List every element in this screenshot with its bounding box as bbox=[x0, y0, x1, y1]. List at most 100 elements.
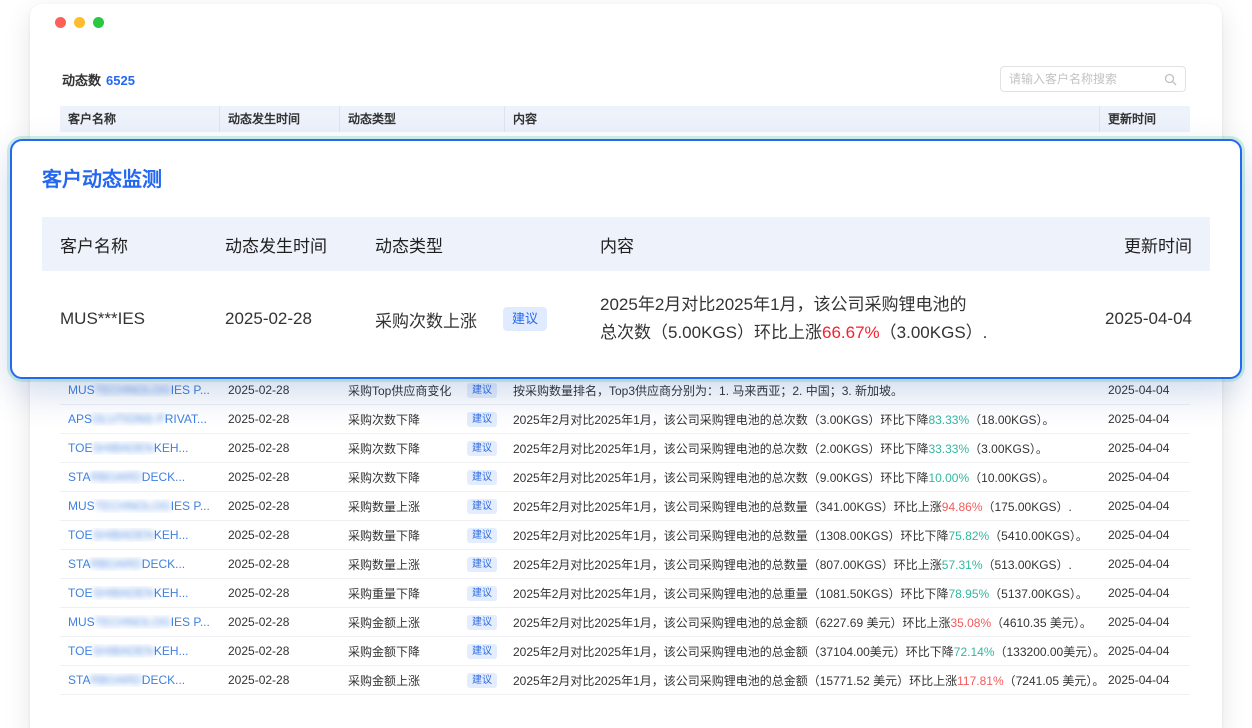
table-row[interactable]: MUSTECHNOLOGIES P... 2025-02-28 采购金额上涨 建… bbox=[60, 608, 1190, 637]
modal-content-line2: 总次数（5.00KGS）环比上涨66.67%（3.00KGS）. bbox=[600, 319, 1069, 347]
customer-name-suffix: KEH... bbox=[154, 528, 189, 542]
suggestion-badge: 建议 bbox=[467, 499, 497, 514]
customer-name-suffix: IES P... bbox=[171, 615, 210, 629]
table-row[interactable]: STARBOARDDECK... 2025-02-28 采购次数下降 建议 20… bbox=[60, 463, 1190, 492]
modal-event-date: 2025-02-28 bbox=[207, 309, 357, 329]
customer-name-link[interactable]: MUSTECHNOLOGIES P... bbox=[60, 499, 220, 513]
event-type-cell: 采购次数下降 建议 bbox=[340, 440, 505, 457]
update-date: 2025-04-04 bbox=[1100, 586, 1190, 600]
content-percent: 57.31% bbox=[942, 558, 983, 572]
event-content: 2025年2月对比2025年1月，该公司采购锂电池的总金额（6227.69 美元… bbox=[505, 614, 1100, 631]
customer-name-link[interactable]: TOESHIBADENKEH... bbox=[60, 528, 220, 542]
table-row[interactable]: MUSTECHNOLOGIES P... 2025-02-28 采购Top供应商… bbox=[60, 376, 1190, 405]
event-content: 2025年2月对比2025年1月，该公司采购锂电池的总重量（1081.50KGS… bbox=[505, 585, 1100, 602]
suggestion-badge: 建议 bbox=[467, 470, 497, 485]
event-date: 2025-02-28 bbox=[220, 412, 340, 426]
content-text: 按采购数量排名，Top3供应商分别为：1. 马来西亚；2. 中国；3. 新加坡。 bbox=[513, 384, 903, 398]
customer-name-link[interactable]: TOESHIBADENKEH... bbox=[60, 644, 220, 658]
event-type: 采购数量上涨 bbox=[348, 556, 420, 573]
modal-content-tail: （3.00KGS）. bbox=[880, 323, 988, 342]
customer-name-link[interactable]: STARBOARDDECK... bbox=[60, 470, 220, 484]
update-date: 2025-04-04 bbox=[1100, 499, 1190, 513]
content-percent: 78.95% bbox=[948, 587, 989, 601]
table-row[interactable]: APSOLUTIONS PRIVAT... 2025-02-28 采购次数下降 … bbox=[60, 405, 1190, 434]
customer-name-link[interactable]: APSOLUTIONS PRIVAT... bbox=[60, 412, 220, 426]
customer-name-link[interactable]: MUSTECHNOLOGIES P... bbox=[60, 615, 220, 629]
modal-table: 客户名称 动态发生时间 动态类型 内容 更新时间 MUS***IES 2025-… bbox=[42, 217, 1210, 367]
customer-name-redacted: RBOARD bbox=[90, 673, 141, 687]
customer-name-link[interactable]: TOESHIBADENKEH... bbox=[60, 586, 220, 600]
event-type-cell: 采购次数下降 建议 bbox=[340, 411, 505, 428]
customer-name-prefix: MUS bbox=[68, 499, 95, 513]
customer-dynamics-monitor-modal: 客户动态监测 客户名称 动态发生时间 动态类型 内容 更新时间 MUS***IE… bbox=[10, 139, 1242, 379]
event-type: 采购金额上涨 bbox=[348, 672, 420, 689]
suggestion-badge: 建议 bbox=[467, 528, 497, 543]
customer-name-prefix: MUS bbox=[68, 615, 95, 629]
customer-name-suffix: DECK... bbox=[142, 470, 185, 484]
modal-update-date: 2025-04-04 bbox=[1087, 309, 1210, 329]
content-text: 2025年2月对比2025年1月，该公司采购锂电池的总数量（1308.00KGS… bbox=[513, 529, 948, 543]
event-type: 采购次数下降 bbox=[348, 469, 420, 486]
customer-name-suffix: DECK... bbox=[142, 673, 185, 687]
customer-name-redacted: TECHNOLOG bbox=[95, 499, 171, 513]
minimize-button[interactable] bbox=[74, 17, 85, 28]
close-button[interactable] bbox=[55, 17, 66, 28]
event-date: 2025-02-28 bbox=[220, 499, 340, 513]
header-event-time: 动态发生时间 bbox=[220, 106, 340, 132]
dynamic-count: 动态数6525 bbox=[62, 70, 135, 89]
update-date: 2025-04-04 bbox=[1100, 528, 1190, 542]
event-content: 2025年2月对比2025年1月，该公司采购锂电池的总次数（2.00KGS）环比… bbox=[505, 440, 1100, 457]
suggestion-badge: 建议 bbox=[467, 412, 497, 427]
customer-name-link[interactable]: TOESHIBADENKEH... bbox=[60, 441, 220, 455]
table-row[interactable]: TOESHIBADENKEH... 2025-02-28 采购重量下降 建议 2… bbox=[60, 579, 1190, 608]
search-input[interactable] bbox=[1009, 72, 1164, 86]
customer-name-link[interactable]: STARBOARDDECK... bbox=[60, 557, 220, 571]
customer-name-prefix: STA bbox=[68, 470, 90, 484]
content-text: 2025年2月对比2025年1月，该公司采购锂电池的总数量（341.00KGS）… bbox=[513, 500, 942, 514]
customer-name-suffix: KEH... bbox=[154, 441, 189, 455]
table-row[interactable]: STARBOARDDECK... 2025-02-28 采购数量上涨 建议 20… bbox=[60, 550, 1190, 579]
suggestion-badge: 建议 bbox=[467, 586, 497, 601]
suggestion-badge: 建议 bbox=[467, 673, 497, 688]
content-tail: （3.00KGS）。 bbox=[969, 442, 1048, 456]
customer-name-redacted: RBOARD bbox=[90, 470, 141, 484]
event-type-cell: 采购金额下降 建议 bbox=[340, 643, 505, 660]
maximize-button[interactable] bbox=[93, 17, 104, 28]
update-date: 2025-04-04 bbox=[1100, 383, 1190, 397]
table-row[interactable]: MUSTECHNOLOGIES P... 2025-02-28 采购数量上涨 建… bbox=[60, 492, 1190, 521]
content-text: 2025年2月对比2025年1月，该公司采购锂电池的总次数（3.00KGS）环比… bbox=[513, 413, 928, 427]
modal-table-row: MUS***IES 2025-02-28 采购次数上涨 建议 2025年2月对比… bbox=[42, 271, 1210, 367]
customer-name-suffix: KEH... bbox=[154, 644, 189, 658]
content-percent: 94.86% bbox=[942, 500, 983, 514]
customer-name-link[interactable]: STARBOARDDECK... bbox=[60, 673, 220, 687]
customer-name-prefix: STA bbox=[68, 673, 90, 687]
event-type: 采购金额下降 bbox=[348, 643, 420, 660]
event-date: 2025-02-28 bbox=[220, 586, 340, 600]
event-type-cell: 采购Top供应商变化 建议 bbox=[340, 382, 505, 399]
update-date: 2025-04-04 bbox=[1100, 557, 1190, 571]
dynamic-count-value: 6525 bbox=[106, 73, 135, 88]
update-date: 2025-04-04 bbox=[1100, 644, 1190, 658]
event-type: 采购次数下降 bbox=[348, 440, 420, 457]
update-date: 2025-04-04 bbox=[1100, 441, 1190, 455]
table-row[interactable]: TOESHIBADENKEH... 2025-02-28 采购金额下降 建议 2… bbox=[60, 637, 1190, 666]
event-type: 采购重量下降 bbox=[348, 585, 420, 602]
header-customer: 客户名称 bbox=[60, 106, 220, 132]
suggestion-badge: 建议 bbox=[467, 615, 497, 630]
content-text: 2025年2月对比2025年1月，该公司采购锂电池的总金额（37104.00美元… bbox=[513, 645, 954, 659]
table-row[interactable]: TOESHIBADENKEH... 2025-02-28 采购次数下降 建议 2… bbox=[60, 434, 1190, 463]
content-text: 2025年2月对比2025年1月，该公司采购锂电池的总数量（807.00KGS）… bbox=[513, 558, 942, 572]
event-type: 采购数量下降 bbox=[348, 527, 420, 544]
event-content: 2025年2月对比2025年1月，该公司采购锂电池的总金额（37104.00美元… bbox=[505, 643, 1100, 660]
customer-name-suffix: IES P... bbox=[171, 383, 210, 397]
content-text: 2025年2月对比2025年1月，该公司采购锂电池的总金额（6227.69 美元… bbox=[513, 616, 950, 630]
event-date: 2025-02-28 bbox=[220, 470, 340, 484]
event-type-cell: 采购金额上涨 建议 bbox=[340, 614, 505, 631]
table-row[interactable]: TOESHIBADENKEH... 2025-02-28 采购数量下降 建议 2… bbox=[60, 521, 1190, 550]
customer-name-link[interactable]: MUSTECHNOLOGIES P... bbox=[60, 383, 220, 397]
event-type: 采购数量上涨 bbox=[348, 498, 420, 515]
event-type-cell: 采购数量下降 建议 bbox=[340, 527, 505, 544]
table-row[interactable]: STARBOARDDECK... 2025-02-28 采购金额上涨 建议 20… bbox=[60, 666, 1190, 695]
event-content: 2025年2月对比2025年1月，该公司采购锂电池的总数量（1308.00KGS… bbox=[505, 527, 1100, 544]
customer-name-redacted: OLUTIONS P bbox=[92, 412, 165, 426]
